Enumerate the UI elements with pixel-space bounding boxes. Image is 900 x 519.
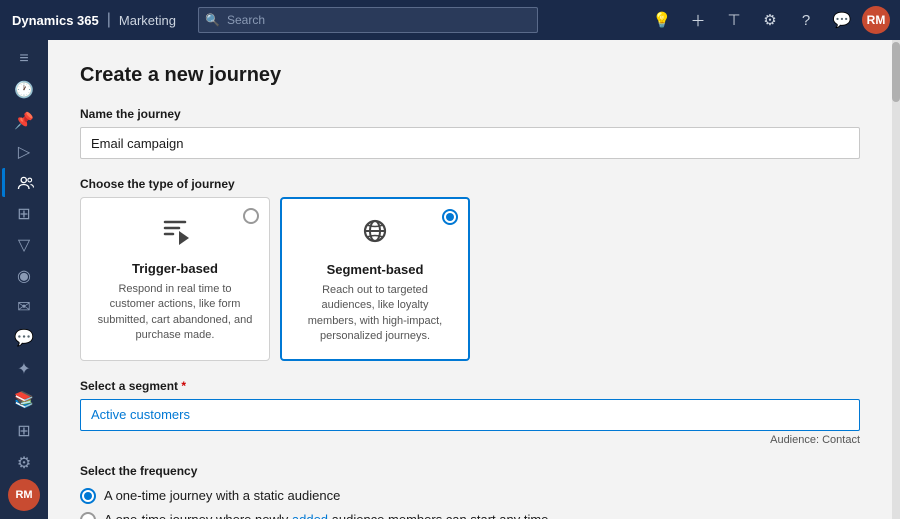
help-icon[interactable]: ? (790, 4, 822, 36)
page-title: Create a new journey (80, 64, 860, 87)
sidebar-item-contacts[interactable] (2, 168, 46, 197)
contacts-icon (17, 174, 35, 192)
brand-area: Dynamics 365 | Marketing (0, 11, 188, 29)
radio-static (80, 488, 96, 504)
main-layout: ≡ 🕐 📌 ▷ ⊞ ▽ ◉ ✉ 💬 ✦ 📚 ⊞ ⚙ RM Create a ne… (0, 40, 900, 519)
frequency-static-label: A one-time journey with a static audienc… (104, 488, 340, 503)
segment-input-wrap (80, 399, 860, 431)
sidebar-item-recent[interactable]: 🕐 (2, 75, 46, 104)
segment-card-desc: Reach out to targeted audiences, like lo… (296, 283, 454, 345)
settings-icon[interactable]: ⚙ (754, 4, 786, 36)
sidebar-item-library[interactable]: 📚 (2, 386, 46, 415)
scrollbar-thumb (892, 42, 900, 102)
segment-audience: Audience: Contact (80, 434, 860, 446)
sidebar-avatar[interactable]: RM (8, 479, 40, 511)
search-bar: 🔍 (198, 7, 538, 33)
sidebar-item-grid[interactable]: ⊞ (2, 199, 46, 228)
journey-card-radio-trigger (243, 208, 259, 224)
add-icon[interactable]: ＋ (682, 4, 714, 36)
sidebar-item-globe[interactable]: ◉ (2, 262, 46, 291)
sidebar-item-play[interactable]: ▷ (2, 137, 46, 166)
frequency-option-open[interactable]: A one-time journey where newly added aud… (80, 512, 860, 519)
user-avatar[interactable]: RM (862, 6, 890, 34)
segment-input[interactable] (80, 399, 860, 431)
journey-name-input[interactable] (80, 127, 860, 159)
sidebar: ≡ 🕐 📌 ▷ ⊞ ▽ ◉ ✉ 💬 ✦ 📚 ⊞ ⚙ RM (0, 40, 48, 519)
journey-type-cards: Trigger-based Respond in real time to cu… (80, 197, 860, 361)
frequency-label: Select the frequency (80, 464, 860, 478)
segment-icon (296, 213, 454, 256)
filter-icon[interactable]: ⊤ (718, 4, 750, 36)
segment-card-title: Segment-based (296, 262, 454, 277)
sidebar-item-chat2[interactable]: 💬 (2, 324, 46, 353)
journey-card-radio-segment (442, 209, 458, 225)
scroll-area: Create a new journey Name the journey Ch… (48, 40, 892, 519)
brand-separator: | (107, 11, 111, 29)
sidebar-item-hamburger[interactable]: ≡ (2, 44, 46, 73)
brand-module: Marketing (119, 13, 176, 28)
frequency-section: Select the frequency A one-time journey … (80, 464, 860, 519)
lightbulb-icon[interactable]: 💡 (646, 4, 678, 36)
topnav-icons-area: 💡 ＋ ⊤ ⚙ ? 💬 RM (646, 4, 900, 36)
search-input[interactable] (198, 7, 538, 33)
journey-card-trigger[interactable]: Trigger-based Respond in real time to cu… (80, 197, 270, 361)
frequency-option-static[interactable]: A one-time journey with a static audienc… (80, 488, 860, 504)
journey-card-segment[interactable]: Segment-based Reach out to targeted audi… (280, 197, 470, 361)
sidebar-bottom: RM (8, 479, 40, 511)
journey-type-section: Choose the type of journey (80, 177, 860, 361)
sidebar-item-grid2[interactable]: ⊞ (2, 417, 46, 446)
frequency-open-label: A one-time journey where newly added aud… (104, 512, 548, 519)
trigger-card-desc: Respond in real time to customer actions… (95, 282, 255, 344)
select-segment-section: Select a segment * Audience: Contact (80, 379, 860, 446)
name-journey-label: Name the journey (80, 107, 860, 121)
search-icon: 🔍 (205, 13, 220, 27)
top-navigation: Dynamics 365 | Marketing 🔍 💡 ＋ ⊤ ⚙ ? 💬 R… (0, 0, 900, 40)
trigger-card-title: Trigger-based (95, 261, 255, 276)
select-segment-label: Select a segment * (80, 379, 860, 393)
radio-open (80, 512, 96, 519)
content-area: Create a new journey Name the journey Ch… (48, 40, 900, 519)
name-journey-section: Name the journey (80, 107, 860, 159)
sidebar-item-star[interactable]: ✦ (2, 355, 46, 384)
sidebar-item-settings2[interactable]: ⚙ (2, 448, 46, 477)
chat-icon[interactable]: 💬 (826, 4, 858, 36)
trigger-icon (95, 212, 255, 255)
sidebar-item-filter2[interactable]: ▽ (2, 230, 46, 259)
highlight-added: added (292, 512, 328, 519)
sidebar-item-pinned[interactable]: 📌 (2, 106, 46, 135)
brand-name: Dynamics 365 (12, 13, 99, 28)
sidebar-item-email[interactable]: ✉ (2, 293, 46, 322)
required-star: * (181, 379, 186, 393)
journey-type-label: Choose the type of journey (80, 177, 860, 191)
right-scrollbar[interactable] (892, 40, 900, 519)
